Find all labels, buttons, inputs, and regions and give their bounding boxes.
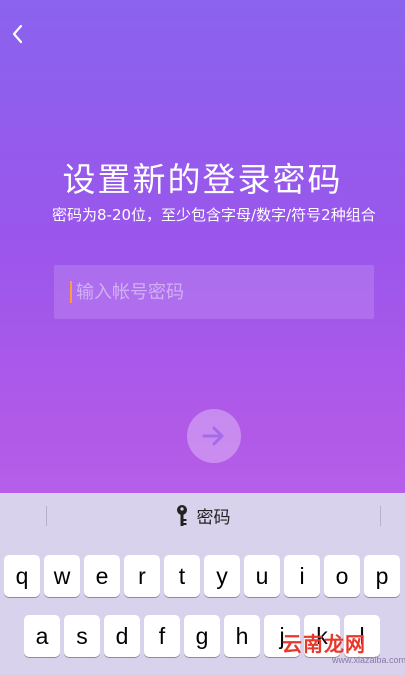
password-field[interactable] [54, 265, 374, 319]
back-button[interactable] [6, 22, 30, 46]
chevron-left-icon [12, 24, 23, 44]
key-s[interactable]: s [64, 615, 100, 657]
key-h[interactable]: h [224, 615, 260, 657]
key-t[interactable]: t [164, 555, 200, 597]
key-g[interactable]: g [184, 615, 220, 657]
key-y[interactable]: y [204, 555, 240, 597]
key-u[interactable]: u [244, 555, 280, 597]
keyboard-bar-label: 密码 [196, 508, 231, 528]
key-d[interactable]: d [104, 615, 140, 657]
arrow-right-icon [202, 426, 224, 446]
key-q[interactable]: q [4, 555, 40, 597]
key-p[interactable]: p [364, 555, 400, 597]
page-title: 设置新的登录密码 [62, 160, 343, 199]
watermark-logo: 云南龙网 [282, 632, 366, 656]
key-w[interactable]: w [44, 555, 80, 597]
key-o[interactable]: o [324, 555, 360, 597]
password-input[interactable] [74, 280, 358, 304]
key-e[interactable]: e [84, 555, 120, 597]
key-icon [176, 504, 187, 526]
keyboard-suggestion-bar[interactable]: 密码 [0, 493, 405, 538]
key-i[interactable]: i [284, 555, 320, 597]
password-rules-text: 密码为8-20位，至少包含字母/数字/符号2种组合 [52, 206, 376, 224]
watermark-url: www.xiazaiba.com [332, 655, 405, 665]
next-button[interactable] [187, 409, 241, 463]
key-r[interactable]: r [124, 555, 160, 597]
key-a[interactable]: a [24, 615, 60, 657]
text-caret [70, 281, 72, 303]
key-f[interactable]: f [144, 615, 180, 657]
